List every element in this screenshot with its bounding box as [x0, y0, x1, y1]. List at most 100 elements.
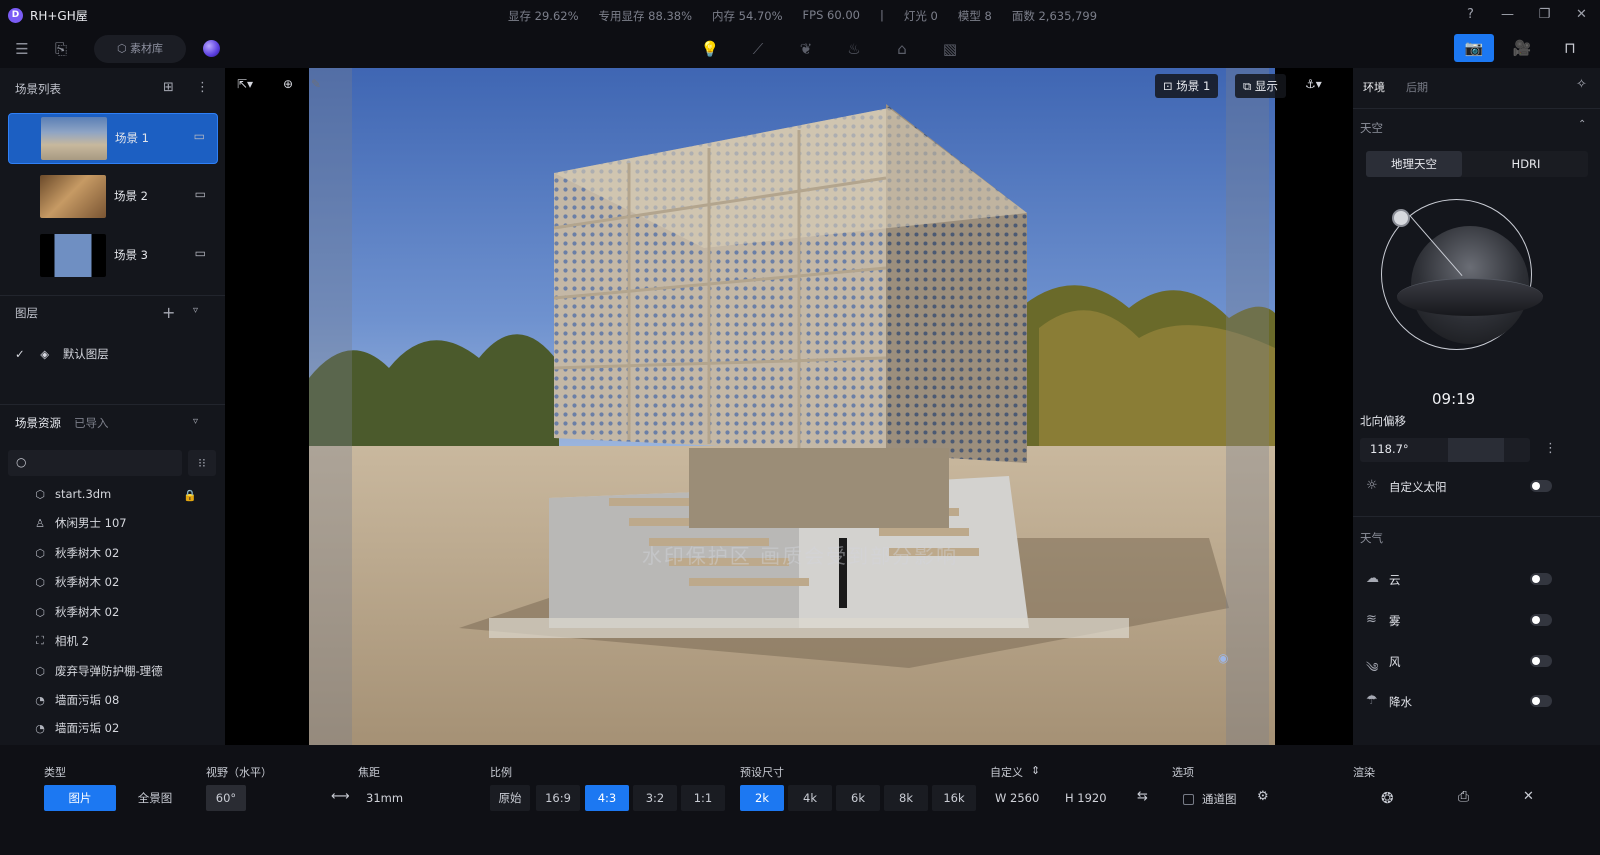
- preset-4k[interactable]: 4k: [788, 785, 832, 811]
- inbox-button[interactable]: ⊓: [1550, 34, 1590, 62]
- camera-target-icon[interactable]: ◉: [1218, 651, 1228, 665]
- channel-map-checkbox[interactable]: [1183, 794, 1194, 805]
- camera-icon[interactable]: ▭: [195, 246, 206, 260]
- more-icon[interactable]: ⋮: [1544, 441, 1557, 456]
- add-scene-icon[interactable]: ⊞: [163, 80, 174, 95]
- asset-item[interactable]: ⬡ 秋季树木 02: [33, 601, 119, 623]
- sparkle-icon[interactable]: ✧: [1576, 77, 1587, 92]
- chevron-up-icon[interactable]: ⌃: [1578, 119, 1586, 130]
- globe-icon[interactable]: ⊕: [283, 77, 293, 91]
- render-viewport[interactable]: ⇱▾ ⊕ ✎ ⊡ 场景 1 ⧉ 显示 ⚓▾ ◉: [225, 68, 1353, 745]
- light-bulb-icon[interactable]: 💡: [700, 37, 720, 61]
- ratio-original[interactable]: 原始: [490, 785, 530, 811]
- ratio-3-2[interactable]: 3:2: [633, 785, 677, 811]
- fog-toggle[interactable]: [1530, 614, 1552, 626]
- preset-6k[interactable]: 6k: [836, 785, 880, 811]
- fov-input[interactable]: 60°: [206, 785, 246, 811]
- scene-item-1[interactable]: 场景 1 ▭: [8, 113, 218, 164]
- custom-sun-toggle[interactable]: [1530, 480, 1552, 492]
- display-chip[interactable]: ⧉ 显示: [1235, 74, 1286, 98]
- lock-icon[interactable]: 🔒: [183, 489, 197, 502]
- video-mode-button[interactable]: 🎥: [1502, 34, 1542, 62]
- preset-16k[interactable]: 16k: [932, 785, 976, 811]
- north-offset-slider[interactable]: 118.7°: [1360, 438, 1530, 462]
- scene-item-3[interactable]: 场景 3 ▭: [8, 231, 218, 282]
- brush-icon[interactable]: ✎: [311, 77, 321, 91]
- help-icon[interactable]: ?: [1452, 0, 1489, 30]
- material-library-button[interactable]: ⬡ 素材库: [94, 35, 186, 63]
- divider: [0, 295, 225, 296]
- swap-icon[interactable]: ⇆: [1137, 789, 1148, 804]
- collapse-icon[interactable]: ▿: [193, 416, 198, 427]
- scene-label: 场景 1: [115, 131, 149, 145]
- scene-chip[interactable]: ⊡ 场景 1: [1155, 74, 1219, 98]
- camera-icon[interactable]: ▭: [194, 129, 205, 143]
- path-icon[interactable]: ⟋: [748, 37, 768, 61]
- fire-icon[interactable]: ♨: [844, 37, 864, 61]
- search-input[interactable]: ○: [8, 450, 182, 476]
- tab-post[interactable]: 后期: [1406, 79, 1428, 95]
- asset-label: 秋季树木 02: [55, 575, 120, 589]
- more-icon[interactable]: ⋮: [196, 80, 209, 95]
- display-chip-label: 显示: [1254, 79, 1278, 93]
- camera-mode-button[interactable]: 📷: [1454, 34, 1494, 62]
- tab-imported[interactable]: 已导入: [74, 415, 109, 431]
- transform-gizmo-icon[interactable]: ⇱▾: [237, 77, 253, 91]
- custom-size-icon[interactable]: ⇕: [1031, 764, 1040, 777]
- ratio-1-1[interactable]: 1:1: [681, 785, 725, 811]
- restore-button[interactable]: ❐: [1526, 0, 1563, 30]
- sun-handle-icon[interactable]: [1392, 209, 1410, 227]
- asset-item[interactable]: ♙ 休闲男士 107: [33, 512, 127, 534]
- sky-hdri-button[interactable]: HDRI: [1478, 151, 1574, 177]
- grid-view-button[interactable]: ⁝⁝: [188, 450, 216, 476]
- aperture-icon[interactable]: ❂: [1381, 789, 1394, 807]
- preset-2k[interactable]: 2k: [740, 785, 784, 811]
- scene-item-2[interactable]: 场景 2 ▭: [8, 172, 218, 223]
- ai-orb-icon[interactable]: [203, 40, 220, 57]
- fog-icon: ≋: [1366, 612, 1377, 627]
- asset-item[interactable]: ⬡ 秋季树木 02: [33, 571, 119, 593]
- preset-8k[interactable]: 8k: [884, 785, 928, 811]
- minimize-button[interactable]: —: [1489, 0, 1526, 30]
- asset-item[interactable]: ⬡ 废弃导弹防护棚-理德: [33, 660, 162, 682]
- scene-chip-label: 场景 1: [1176, 79, 1211, 93]
- height-input[interactable]: H 1920: [1065, 791, 1107, 805]
- display-icon: ⧉: [1243, 79, 1255, 93]
- rain-toggle[interactable]: [1530, 695, 1552, 707]
- close-button[interactable]: ✕: [1563, 0, 1600, 30]
- asset-item[interactable]: ◔ 墙面污垢 08: [33, 689, 119, 711]
- wind-toggle[interactable]: [1530, 655, 1552, 667]
- type-panorama-button[interactable]: 全景图: [124, 785, 186, 811]
- north-offset-fill: [1448, 438, 1504, 462]
- render-camera-icon[interactable]: ⎙: [1458, 789, 1469, 805]
- tab-scene-assets[interactable]: 场景资源: [15, 415, 61, 431]
- ratio-4-3[interactable]: 4:3: [585, 785, 629, 811]
- sky-geo-button[interactable]: 地理天空: [1366, 151, 1462, 177]
- default-layer-row[interactable]: ✓ ◈ 默认图层: [15, 346, 109, 362]
- collapse-icon[interactable]: ▿: [193, 305, 198, 316]
- asset-item[interactable]: ⬡ start.3dm: [33, 483, 111, 505]
- cloud-toggle[interactable]: [1530, 573, 1552, 585]
- settings-sliders-icon[interactable]: ⚙: [1257, 789, 1269, 804]
- ratio-16-9[interactable]: 16:9: [536, 785, 580, 811]
- close-render-icon[interactable]: ✕: [1523, 789, 1534, 804]
- leaf-icon[interactable]: ❦: [796, 37, 816, 61]
- add-layer-icon[interactable]: +: [162, 303, 175, 322]
- building-icon[interactable]: ⌂: [892, 37, 912, 61]
- tab-environment[interactable]: 环境: [1363, 79, 1385, 95]
- focal-value[interactable]: 31mm: [366, 791, 403, 805]
- menu-icon[interactable]: ☰: [14, 37, 30, 61]
- fov-label: 视野（水平）: [206, 766, 272, 779]
- asset-label: 休闲男士 107: [55, 516, 127, 530]
- type-image-button[interactable]: 图片: [44, 785, 116, 811]
- cube-icon: ⬡: [35, 487, 45, 501]
- width-input[interactable]: W 2560: [995, 791, 1039, 805]
- file-icon[interactable]: ⎘: [52, 37, 70, 61]
- pattern-icon[interactable]: ▧: [940, 37, 960, 61]
- asset-label: 秋季树木 02: [55, 605, 120, 619]
- asset-item[interactable]: ⛶ 相机 2: [33, 630, 89, 652]
- camera-icon[interactable]: ▭: [195, 187, 206, 201]
- check-icon[interactable]: ✓: [15, 347, 25, 361]
- anchor-icon[interactable]: ⚓▾: [1305, 77, 1322, 91]
- asset-item[interactable]: ◔ 墙面污垢 02: [33, 719, 119, 737]
